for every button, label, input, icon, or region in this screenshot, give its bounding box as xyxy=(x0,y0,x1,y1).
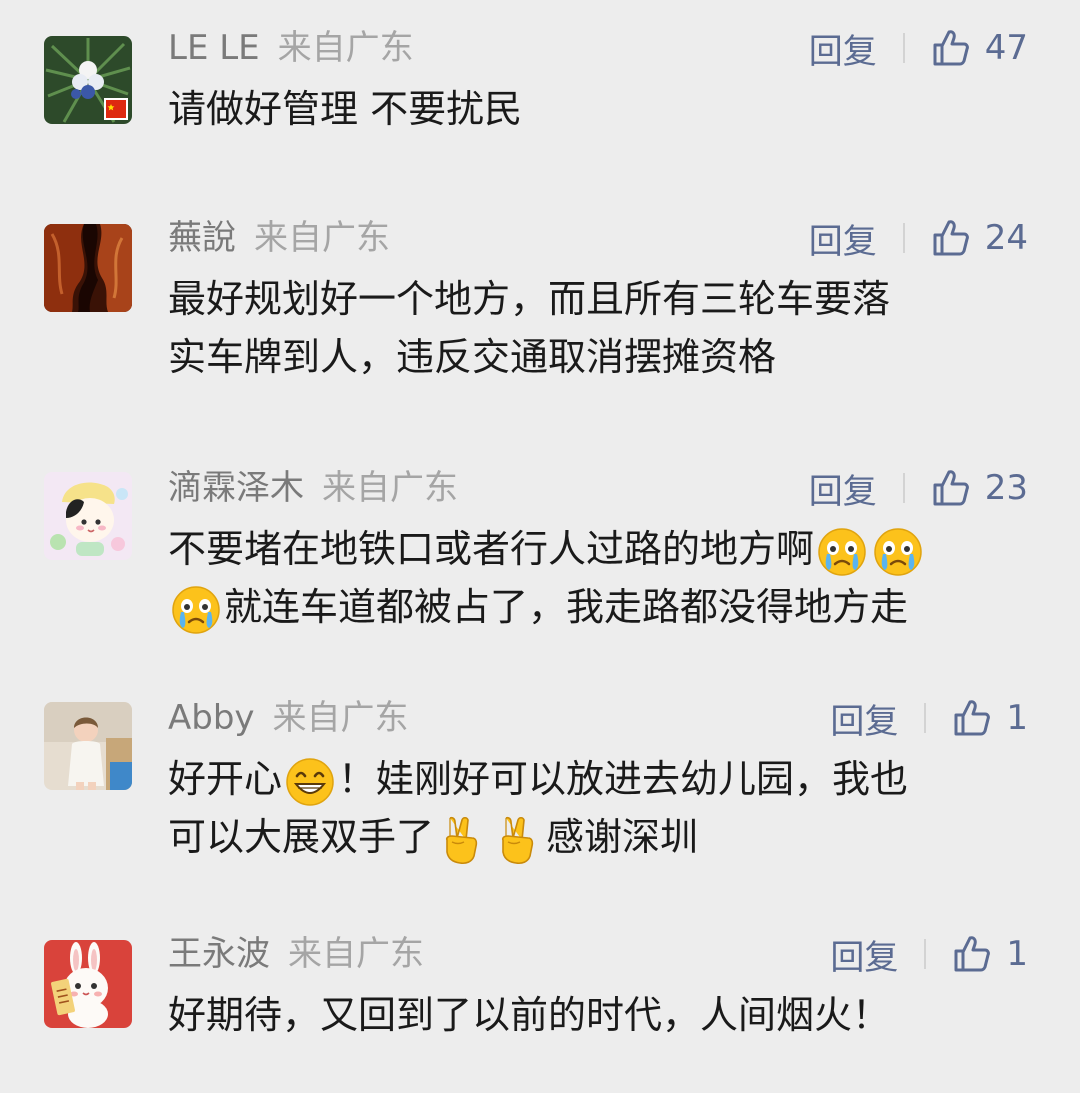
comment-meta: 蕪說 来自广东 xyxy=(168,214,390,262)
victory-hand-emoji xyxy=(436,814,488,866)
thumbs-up-icon xyxy=(933,470,969,506)
comment-text-line: 可以大展双手了 感谢深圳 xyxy=(168,808,1038,866)
location-label: 来自广东 xyxy=(277,28,414,68)
username[interactable]: 王永波 xyxy=(168,934,270,974)
avatar[interactable] xyxy=(44,940,132,1028)
username[interactable]: 蕪說 xyxy=(168,218,236,258)
comment-text: 最好规划好一个地方，而且所有三轮车要落 实车牌到人，违反交通取消摆摊资格 xyxy=(168,270,1038,386)
comment-actions: 回复 1 xyxy=(830,694,1028,742)
thumbs-up-icon xyxy=(933,30,969,66)
like-count: 24 xyxy=(984,218,1028,258)
like-button[interactable]: 23 xyxy=(931,468,1028,508)
divider xyxy=(924,703,927,733)
grinning-face-emoji xyxy=(284,756,336,808)
avatar[interactable] xyxy=(44,36,132,124)
comment-text-line: 实车牌到人，违反交通取消摆摊资格 xyxy=(168,335,777,379)
reply-button[interactable]: 回复 xyxy=(830,930,898,979)
comment-text-line: 最好规划好一个地方，而且所有三轮车要落 xyxy=(168,277,891,321)
comment-text-segment: 不要堵在地铁口或者行人过路的地方啊 xyxy=(168,527,815,571)
victory-hand-emoji xyxy=(492,814,544,866)
reply-button[interactable]: 回复 xyxy=(809,464,877,513)
comment-actions: 回复 1 xyxy=(830,930,1028,978)
comment-text-line: 好期待，又回到了以前的时代，人间烟火！ xyxy=(168,993,891,1037)
username[interactable]: 滴霖泽木 xyxy=(168,468,304,508)
thumbs-up-icon xyxy=(954,936,991,972)
username[interactable]: LE LE xyxy=(168,28,260,68)
divider xyxy=(902,223,905,253)
comment-text-segment: ！娃刚好可以放进去幼儿园，我也 xyxy=(338,757,909,801)
comment-text: 好开心 ！娃刚好可以放进去幼儿园，我也 可以大展双手了 感谢深圳 xyxy=(168,750,1038,866)
comment-meta: 滴霖泽木 来自广东 xyxy=(168,464,458,512)
like-button[interactable]: 1 xyxy=(952,934,1028,974)
crying-face-emoji xyxy=(816,526,868,578)
divider xyxy=(924,939,927,969)
avatar-image xyxy=(44,224,132,312)
like-button[interactable]: 24 xyxy=(931,218,1028,258)
avatar-image xyxy=(44,940,132,1028)
divider xyxy=(902,473,905,503)
comment-text-segment: 可以大展双手了 xyxy=(168,815,435,859)
username[interactable]: Abby xyxy=(168,698,255,738)
comment-actions: 回复 47 xyxy=(809,24,1028,72)
location-label: 来自广东 xyxy=(288,934,424,974)
comment-list: LE LE 来自广东 回复 47 请做好管理 不要扰民 蕪說 来自广东 回复 2… xyxy=(0,0,1080,1093)
avatar[interactable] xyxy=(44,224,132,312)
location-label: 来自广东 xyxy=(272,698,409,738)
thumbs-up-icon xyxy=(933,220,969,256)
avatar-image xyxy=(44,472,132,560)
comment-text-segment: 感谢深圳 xyxy=(546,815,699,859)
reply-button[interactable]: 回复 xyxy=(809,24,877,73)
crying-face-emoji xyxy=(872,526,924,578)
avatar-image xyxy=(44,702,132,790)
comment-text: 请做好管理 不要扰民 xyxy=(168,80,1038,138)
comment-text: 不要堵在地铁口或者行人过路的地方啊 就连车道都被占了，我走路都没得地方走 xyxy=(168,520,1038,636)
avatar[interactable] xyxy=(44,702,132,790)
crying-face-emoji xyxy=(170,584,222,636)
comment-actions: 回复 23 xyxy=(809,464,1028,512)
comment-text-line: 好开心 ！娃刚好可以放进去幼儿园，我也 xyxy=(168,750,1038,808)
location-label: 来自广东 xyxy=(254,218,390,258)
reply-button[interactable]: 回复 xyxy=(830,694,898,743)
comment-text-segment: 好开心 xyxy=(168,757,283,801)
comment-text-segment: 就连车道都被占了，我走路都没得地方走 xyxy=(224,585,909,629)
like-button[interactable]: 1 xyxy=(952,698,1028,738)
china-flag-icon xyxy=(106,100,126,118)
comment-text-line: 不要堵在地铁口或者行人过路的地方啊 xyxy=(168,520,1038,578)
comment-meta: LE LE 来自广东 xyxy=(168,24,414,72)
like-count: 23 xyxy=(984,468,1028,508)
like-button[interactable]: 47 xyxy=(931,28,1028,68)
reply-button[interactable]: 回复 xyxy=(809,214,877,263)
divider xyxy=(902,33,905,63)
comment-actions: 回复 24 xyxy=(809,214,1028,262)
avatar-image xyxy=(44,36,132,124)
thumbs-up-icon xyxy=(954,700,991,736)
comment-text-line: 请做好管理 不要扰民 xyxy=(168,87,523,131)
comment-text: 好期待，又回到了以前的时代，人间烟火！ xyxy=(168,986,1038,1044)
comment-meta: Abby 来自广东 xyxy=(168,694,409,742)
avatar[interactable] xyxy=(44,472,132,560)
location-label: 来自广东 xyxy=(322,468,458,508)
like-count: 47 xyxy=(984,28,1028,68)
like-count: 1 xyxy=(1006,934,1028,974)
like-count: 1 xyxy=(1006,698,1028,738)
comment-text-line: 就连车道都被占了，我走路都没得地方走 xyxy=(168,578,1038,636)
comment-meta: 王永波 来自广东 xyxy=(168,930,424,978)
